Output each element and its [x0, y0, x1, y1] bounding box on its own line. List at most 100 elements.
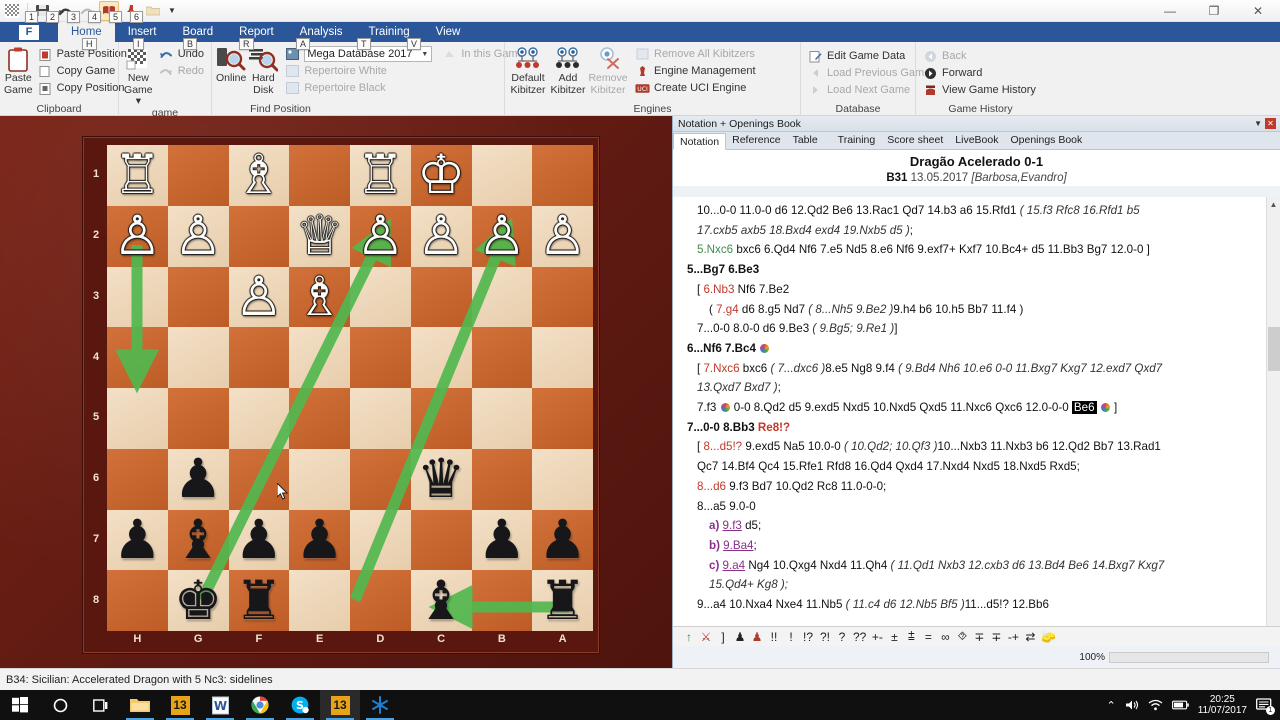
board-square[interactable] [532, 266, 593, 328]
tab-openings-book[interactable]: Openings Book [1004, 132, 1088, 149]
notation-segment[interactable]: 8...d5!? [703, 440, 742, 453]
notation-segment[interactable]: ( 15.f3 Rfc8 16.Rfd1 b5 [1020, 204, 1140, 217]
annotation-symbol-button[interactable]: -+ [1005, 628, 1021, 646]
notation-segment[interactable]: Qc7 14.Bf4 Qc4 15.Rfe1 Rfd8 16.Qd4 Qxd4 … [697, 460, 1080, 473]
notation-segment[interactable]: a) [709, 519, 723, 532]
tab-reference[interactable]: Reference [726, 132, 786, 149]
notation-line[interactable]: 5.Nxc6 bxc6 6.Qd4 Nf6 7.e5 Nd5 8.e6 Nf6 … [687, 240, 1267, 260]
copy-game-button[interactable]: Copy Game [35, 63, 130, 79]
default-kibitzer-button[interactable]: Default Kibitzer [509, 44, 547, 96]
other-app-button[interactable] [360, 690, 400, 720]
tab-score-sheet[interactable]: Score sheet [881, 132, 949, 149]
notation-segment[interactable]: d6 8.g5 Nd7 [739, 303, 809, 316]
annotation-symbol-button[interactable]: !! [766, 628, 782, 646]
notation-segment[interactable]: 8.e5 Ng8 9.f4 [825, 362, 898, 375]
notation-line[interactable]: ( 7.g4 d6 8.g5 Nd7 ( 8...Nh5 9.Be2 )9.h4… [687, 300, 1267, 320]
chess-piece[interactable]: ♙ [411, 206, 472, 267]
notation-segment[interactable]: 7...0-0 8.0-0 d6 9.Be3 [697, 322, 812, 335]
annotation-symbol-button[interactable]: 🧽 [1039, 628, 1058, 646]
board-square[interactable] [289, 327, 350, 388]
notation-line[interactable]: b) 9.Ba4; [687, 536, 1267, 556]
notation-segment[interactable]: ( 7...dxc6 ) [770, 362, 825, 375]
board-square[interactable] [350, 327, 411, 388]
board-square[interactable] [167, 145, 229, 206]
chess-piece[interactable]: ♝ [168, 510, 229, 571]
notation-line[interactable]: [ 8...d5!? 9.exd5 Na5 10.0-0 ( 10.Qd2; 1… [687, 437, 1267, 457]
chess-piece[interactable]: ♙ [168, 206, 229, 267]
notation-line[interactable]: Qc7 14.Bf4 Qc4 15.Rfe1 Rfd8 16.Qd4 Qxd4 … [687, 457, 1267, 477]
board-square[interactable] [471, 145, 533, 206]
notation-segment[interactable]: ( 9.Bg5; 9.Re1 ) [812, 322, 894, 335]
notation-segment[interactable]: 9.exd5 Na5 10.0-0 [742, 440, 844, 453]
tab-table[interactable]: Table [787, 132, 824, 149]
chess-piece[interactable]: ♙ [532, 206, 593, 267]
word-button[interactable]: W [200, 690, 240, 720]
chess-piece[interactable]: ♟ [229, 510, 290, 571]
chess-piece[interactable]: ♝ [411, 570, 472, 631]
annotation-symbol-button[interactable]: ⩲ [903, 628, 919, 646]
board-square[interactable] [289, 570, 350, 631]
chess-piece[interactable]: ♗ [289, 267, 350, 328]
notation-line[interactable]: 8...d6 9.f3 Bd7 10.Qd2 Rc8 11.0-0-0; [687, 477, 1267, 497]
board-square[interactable] [167, 327, 229, 388]
qat-customize-dropdown-icon[interactable]: ▼ [165, 2, 179, 20]
notation-segment[interactable]: 7.g4 [716, 303, 739, 316]
hard-disk-search-button[interactable]: Hard Disk [248, 44, 279, 96]
board-square[interactable] [167, 266, 229, 328]
copy-position-button[interactable]: Copy Position [35, 80, 130, 96]
chess-piece[interactable]: ♟ [289, 510, 350, 571]
notation-line[interactable]: 9...a4 10.Nxa4 Nxe4 11.Nb5 ( 11.c4 d6 12… [687, 595, 1267, 615]
notation-line[interactable]: 7.f3 0-0 8.Qd2 d5 9.exd5 Nxd5 10.Nxd5 Qx… [687, 398, 1267, 418]
wifi-icon[interactable] [1148, 699, 1163, 711]
cortana-search-button[interactable] [40, 690, 80, 720]
notation-segment[interactable]: 9.f3 Bd7 10.Qd2 Rc8 11.0-0-0; [726, 480, 886, 493]
annotation-symbol-button[interactable]: ∞ [937, 628, 953, 646]
annotation-symbol-button[interactable]: = [920, 628, 936, 646]
notation-line[interactable]: 8...a5 9.0-0 [687, 497, 1267, 517]
view-game-history-button[interactable]: View Game History [920, 82, 1039, 98]
notation-segment[interactable]: 9.h4 b6 10.h5 Bb7 11.f4 ) [893, 303, 1023, 316]
chrome-button[interactable] [240, 690, 280, 720]
maximize-button[interactable]: ❐ [1192, 0, 1236, 22]
board-square[interactable] [410, 327, 472, 388]
notation-segment[interactable]: d5; [742, 519, 761, 532]
notation-segment[interactable] [1097, 401, 1100, 414]
chess-piece[interactable]: ♟ [107, 510, 168, 571]
close-button[interactable]: ✕ [1236, 0, 1280, 22]
chess-piece[interactable]: ♙ [107, 206, 168, 267]
notation-segment[interactable]: 10...Nxb3 11.Nxb3 b6 12.Qd2 Bb7 13.Rad1 [937, 440, 1160, 453]
tab-training[interactable]: Training [832, 132, 882, 149]
chessbase-13-button-b[interactable]: 13 [320, 690, 360, 720]
notation-segment[interactable]: 5.Nxc6 [697, 243, 733, 256]
board-square[interactable] [471, 388, 533, 449]
tab-livebook[interactable]: LiveBook [949, 132, 1004, 149]
notation-segment[interactable]: 13.Qxd7 Bxd7 ) [697, 381, 778, 394]
notation-line[interactable]: 10...0-0 11.0-0 d6 12.Qd2 Be6 13.Rac1 Qd… [687, 201, 1267, 221]
engine-management-button[interactable]: Engine Management [632, 63, 759, 79]
notation-segment[interactable]: 5...Bg7 6.Be3 [687, 263, 759, 276]
notation-segment[interactable]: ] [894, 322, 897, 335]
start-button[interactable] [0, 690, 40, 720]
notation-segment[interactable]: c) [709, 559, 723, 572]
notation-segment[interactable]: 10...0-0 11.0-0 d6 12.Qd2 Be6 13.Rac1 Qd… [697, 204, 1020, 217]
chess-piece[interactable]: ♛ [411, 449, 472, 510]
annotation-symbol-button[interactable]: ] [715, 628, 731, 646]
tab-notation[interactable]: Notation [673, 133, 727, 150]
board-square[interactable] [350, 388, 411, 449]
selected-move[interactable]: Be6 [1071, 401, 1097, 415]
notation-line[interactable]: 5...Bg7 6.Be3 [687, 260, 1267, 280]
board-icon[interactable] [2, 1, 22, 21]
skype-button[interactable]: S [280, 690, 320, 720]
board-square[interactable] [471, 570, 533, 631]
annotation-symbol-button[interactable]: ⇄ [1022, 628, 1038, 646]
board-square[interactable] [532, 145, 593, 206]
annotation-symbol-button[interactable]: ⯑ [954, 628, 970, 646]
chess-board[interactable]: ♖ ♗ ♖ ♔ ♙ ♙ ♕ ♙ ♙ ♙ ♙ ♙ ♗ ♟ ♛ ♟ ♝ ♟ ♟ ♟ ♟ ♚ ♜ ♝ ♜ 1 2 3 4 5 6 7 8 H G F E D C B… [93, 145, 593, 645]
add-kibitzer-button[interactable]: Add Kibitzer [549, 44, 587, 96]
board-square[interactable] [228, 327, 290, 388]
notation-segment[interactable]: Re8!? [758, 421, 790, 434]
forward-button[interactable]: Forward [920, 65, 1039, 81]
create-uci-engine-button[interactable]: UCI Create UCI Engine [632, 80, 759, 96]
notation-segment[interactable]: ( 10.Qd2; 10.Qf3 ) [844, 440, 937, 453]
chess-piece[interactable]: ♗ [229, 145, 290, 206]
